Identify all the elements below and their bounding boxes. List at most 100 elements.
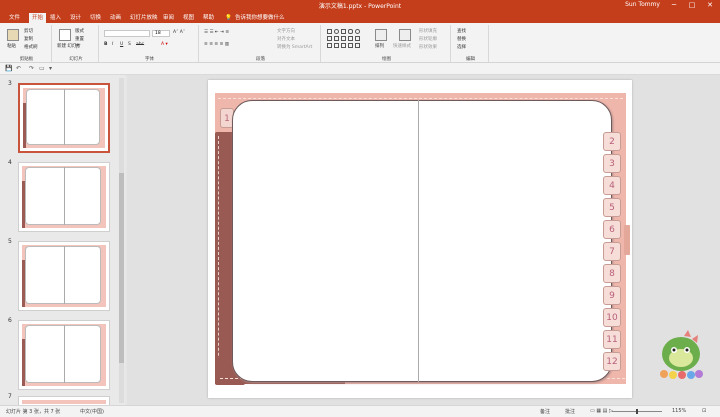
quick-styles-button[interactable]: 快速样式 [393,43,411,49]
bullets-icon[interactable]: ☰ ☰ ⇤ ⇥ ≡ [204,30,229,35]
shape-outline-button[interactable]: 形状轮廓 [419,36,437,42]
format-painter-button[interactable]: 格式刷 [24,44,38,50]
quick-access-toolbar: 💾 ↶ ↷ ▭ ▾ [0,63,720,75]
tell-me-search[interactable]: 告诉我你想要做什么 [232,13,288,23]
paste-button[interactable]: 粘贴 [7,43,16,49]
customize-qat-icon[interactable]: ▾ [49,65,52,72]
slide[interactable]: 1 2 3 4 5 6 7 8 9 10 11 12 [208,80,632,398]
shape-effects-button[interactable]: 形状效果 [419,44,437,50]
oval-shape-icon[interactable] [334,29,339,34]
circle-shape-icon[interactable] [355,29,360,34]
font-size-input[interactable]: 18 [152,30,170,37]
language-indicator[interactable]: 中文(中国) [80,408,104,415]
quick-styles-icon[interactable] [399,29,411,41]
paragraph-label: 段落 [256,57,265,62]
maximize-button[interactable]: □ [684,0,700,11]
redo-icon[interactable]: ↷ [29,65,34,72]
tab-review[interactable]: 审阅 [160,13,177,23]
line-shape-icon[interactable] [341,29,346,34]
right-tab[interactable]: 8 [603,264,621,283]
slide-thumbnail-4[interactable] [18,162,110,232]
section-button[interactable]: 节 [75,44,80,50]
tab-insert[interactable]: 插入 [47,13,64,23]
smartart-button[interactable]: 转换为 SmartArt [277,44,312,50]
new-slide-icon[interactable] [59,29,71,41]
editing-label: 编辑 [466,57,475,62]
square-shape-icon[interactable] [327,36,332,41]
font-size-grow-icon[interactable]: A˄ A˅ [173,30,185,35]
right-tab[interactable]: 11 [603,330,621,349]
close-button[interactable]: ✕ [702,0,718,11]
right-tab[interactable]: 2 [603,132,621,151]
select-button[interactable]: 选择 [457,44,466,50]
right-tab[interactable]: 7 [603,242,621,261]
right-tab[interactable]: 9 [603,286,621,305]
triangle-shape-icon[interactable] [334,36,339,41]
tab-view[interactable]: 视图 [180,13,197,23]
fit-to-window-icon[interactable]: ⊡ [702,408,706,414]
minimize-button[interactable]: ─ [666,0,682,11]
undo-icon[interactable]: ↶ [16,65,21,72]
slides-label: 幻灯片 [69,57,83,62]
comments-button[interactable]: 批注 [565,408,575,415]
slide-thumbnail-6[interactable] [18,320,110,390]
zoom-level[interactable]: 115% [672,408,686,414]
align-text-button[interactable]: 对齐文本 [277,36,295,42]
arrange-button[interactable]: 排列 [375,43,384,49]
tab-help[interactable]: 帮助 [200,13,217,23]
shadow-button[interactable]: S [128,42,131,47]
curve-shape-icon[interactable] [327,43,332,48]
reset-button[interactable]: 重置 [75,36,84,42]
text-direction-button[interactable]: 文字方向 [277,28,295,34]
rectangle-shape-icon[interactable] [327,29,332,34]
tab-design[interactable]: 设计 [67,13,84,23]
tab-home[interactable]: 开始 [29,13,47,23]
tab-file[interactable]: 文件 [6,13,23,23]
present-icon[interactable]: ▭ [39,65,45,72]
font-name-input[interactable] [104,30,150,37]
right-tab[interactable]: 12 [603,352,621,371]
wave-shape-icon[interactable] [348,43,353,48]
right-tab[interactable]: 10 [603,308,621,327]
notebook-page[interactable] [232,100,612,382]
copy-button[interactable]: 复制 [24,36,33,42]
ribbon-tabs: 文件 开始 插入 设计 切换 动画 幻灯片放映 审阅 视图 帮助 💡 告诉我你想… [0,11,720,23]
slide-thumbnail-5[interactable] [18,241,110,311]
italic-button[interactable]: I [112,42,113,47]
underline-button[interactable]: U [120,42,123,47]
right-tab[interactable]: 4 [603,176,621,195]
find-button[interactable]: 查找 [457,28,466,34]
more-shapes-icon[interactable] [355,43,360,48]
bracket-shape-icon[interactable] [341,43,346,48]
tab-animations[interactable]: 动画 [107,13,124,23]
heart-shape-icon[interactable] [334,43,339,48]
paste-icon[interactable] [7,29,19,41]
user-name[interactable]: Sun Tommy [625,1,660,8]
save-icon[interactable]: 💾 [5,65,12,72]
right-tab[interactable]: 6 [603,220,621,239]
align-icon[interactable]: ≡ ≡ ≡ ≡ ▥ [204,42,229,47]
star-shape-icon[interactable] [355,36,360,41]
thumbnail-scrollbar[interactable] [119,78,124,403]
rounded-rect-shape-icon[interactable] [348,29,353,34]
tab-slideshow[interactable]: 幻灯片放映 [127,13,161,23]
brace-shape-icon[interactable] [348,36,353,41]
shape-fill-button[interactable]: 形状填充 [419,28,437,34]
view-buttons-icon[interactable]: ▭ ▦ ▤ ▷ [590,408,613,414]
strikethrough-button[interactable]: abc [136,42,144,47]
arrow-shape-icon[interactable] [341,36,346,41]
notes-button[interactable]: 备注 [540,408,550,415]
layout-button[interactable]: 版式 [75,28,84,34]
arrange-icon[interactable] [375,29,387,41]
cut-button[interactable]: 剪切 [24,28,33,34]
zoom-slider-knob[interactable] [636,409,638,414]
thumbnail-number: 4 [8,159,12,166]
right-tab[interactable]: 5 [603,198,621,217]
replace-button[interactable]: 替换 [457,36,466,42]
tab-transitions[interactable]: 切换 [87,13,104,23]
bold-button[interactable]: B [104,42,107,47]
slide-thumbnail-3[interactable] [18,83,110,153]
right-tab[interactable]: 3 [603,154,621,173]
font-color-icon[interactable]: A ▾ [161,42,168,47]
font-group: 18 A˄ A˅ B I U S abc A ▾ 字体 [101,25,199,62]
